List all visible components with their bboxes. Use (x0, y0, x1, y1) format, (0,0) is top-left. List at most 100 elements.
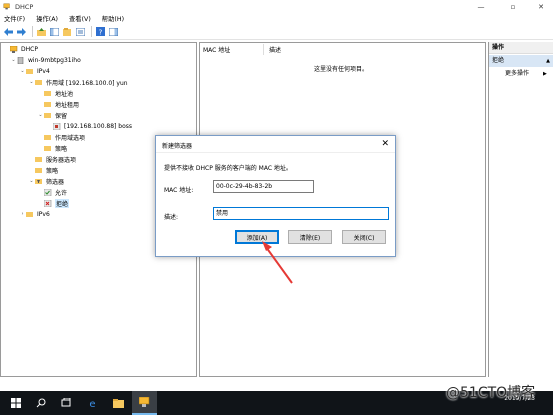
edge-button[interactable]: e (80, 391, 105, 415)
chevron-right-icon: ▶ (543, 71, 547, 77)
dhcp-app-icon (139, 397, 150, 407)
tree-node-address-pool[interactable]: 地址池 (44, 88, 73, 98)
collapse-icon[interactable]: ⌄ (28, 178, 35, 184)
new-filter-dialog: 新建筛选器 ✕ 提供不接收 DHCP 服务的客户端的 MAC 地址。 MAC 地… (155, 135, 396, 257)
tree-node-scope-policies[interactable]: 策略 (44, 143, 67, 153)
collapse-up-icon: ▲ (546, 58, 550, 64)
tree-node-ipv4[interactable]: ⌄ IPv4 (19, 66, 49, 76)
tree-node-server[interactable]: ⌄ win-9mbtpg31iho (10, 55, 81, 65)
watermark-suffix: 博客 (507, 385, 536, 401)
tree-node-allow[interactable]: 允许 (44, 187, 67, 197)
actions-pane: 操作 拒绝 ▲ 更多操作 ▶ (488, 42, 553, 377)
close-window-button[interactable]: ✕ (529, 0, 553, 13)
description-label: 描述: (164, 214, 179, 221)
toolbar-separator (32, 26, 33, 37)
allow-icon (44, 188, 52, 196)
dialog-title-bar: 新建筛选器 ✕ (156, 136, 395, 153)
tree-node-address-leases[interactable]: 地址租用 (44, 99, 79, 109)
add-button[interactable]: 添加(A) (235, 230, 279, 244)
help-icon: ? (96, 27, 105, 36)
deny-icon (44, 199, 52, 207)
forward-icon (17, 27, 26, 36)
svg-text:?: ? (99, 28, 103, 36)
file-explorer-button[interactable] (106, 391, 131, 415)
menu-help[interactable]: 帮助(H) (102, 14, 124, 23)
up-icon (37, 27, 46, 36)
dialog-description: 提供不接收 DHCP 服务的客户端的 MAC 地址。 (164, 165, 292, 172)
ipv4-icon (26, 68, 33, 74)
dhcp-taskbar-button[interactable] (132, 391, 157, 415)
export-icon (76, 27, 85, 36)
watermark: @51CTO博客 (446, 382, 535, 402)
dialog-title: 新建筛选器 (162, 143, 193, 150)
expand-icon[interactable]: › (19, 211, 26, 217)
minimize-icon: — (477, 2, 485, 11)
view-button[interactable] (108, 26, 119, 37)
show-tree-button[interactable] (49, 26, 60, 37)
back-button[interactable] (3, 26, 14, 37)
start-button[interactable] (3, 391, 28, 415)
back-icon (4, 27, 13, 36)
tree-node-scope[interactable]: ⌄ 作用域 [192.168.100.0] yun (28, 77, 127, 87)
tree-node-server-options[interactable]: 服务器选项 (35, 154, 76, 164)
dhcp-app-icon (3, 3, 10, 9)
search-button[interactable] (28, 391, 53, 415)
minimize-button[interactable]: — (469, 0, 493, 13)
tree-node-dhcp[interactable]: DHCP (3, 44, 38, 54)
forward-button[interactable] (16, 26, 27, 37)
edge-icon: e (89, 399, 95, 409)
file-explorer-icon (113, 398, 124, 408)
export-button[interactable] (75, 26, 86, 37)
tree-node-scope-options[interactable]: 作用域选项 (44, 132, 85, 142)
close-button[interactable]: 关闭(C) (342, 230, 386, 244)
server-icon (17, 56, 24, 64)
description-input[interactable]: 禁用 (213, 207, 389, 220)
clear-button[interactable]: 清除(E) (288, 230, 332, 244)
actions-section-label: 拒绝 (492, 57, 505, 64)
toolbar-separator (91, 26, 92, 37)
policies-icon (44, 145, 51, 151)
actions-header: 操作 (489, 42, 553, 54)
refresh-button[interactable] (62, 26, 73, 37)
task-view-icon (61, 398, 70, 407)
tree-node-deny[interactable]: 拒绝 (44, 198, 70, 208)
maximize-button[interactable]: ▫ (501, 0, 525, 13)
show-tree-icon (50, 27, 59, 36)
toolbar: ? (0, 24, 553, 40)
collapse-icon[interactable]: ⌄ (19, 68, 26, 74)
dhcp-icon (10, 45, 18, 53)
menu-action[interactable]: 操作(A) (36, 14, 58, 23)
address-leases-icon (44, 101, 51, 107)
actions-section-deny[interactable]: 拒绝 ▲ (489, 55, 553, 67)
tree-node-reservation-entry[interactable]: [192.168.100.88] boss (53, 121, 132, 131)
empty-list-message: 这里没有任何项目。 (314, 66, 369, 73)
collapse-icon[interactable]: ⌄ (28, 79, 35, 85)
search-icon (36, 398, 45, 408)
column-divider[interactable] (263, 44, 264, 55)
tree-node-reservations[interactable]: ⌄ 保留 (37, 110, 67, 120)
up-button[interactable] (36, 26, 47, 37)
mac-address-label: MAC 地址: (164, 187, 194, 194)
menu-file[interactable]: 文件(F) (4, 14, 25, 23)
tree-node-ipv6[interactable]: › IPv6 (19, 209, 50, 219)
column-header-description[interactable]: 描述 (269, 45, 281, 54)
menu-bar: 文件(F) 操作(A) 查看(V) 帮助(H) (0, 13, 553, 24)
collapse-icon[interactable]: ⌄ (10, 57, 17, 63)
more-actions[interactable]: 更多操作 ▶ (505, 69, 547, 79)
address-pool-icon (44, 90, 51, 96)
column-header-mac[interactable]: MAC 地址 (203, 45, 230, 54)
collapse-icon[interactable]: ⌄ (37, 112, 44, 118)
reservation-icon (53, 122, 61, 130)
help-button[interactable]: ? (95, 26, 106, 37)
mac-address-input[interactable]: 00-0c-29-4b-83-2b (213, 180, 314, 193)
scope-options-icon (44, 134, 51, 140)
more-actions-label: 更多操作 (505, 70, 530, 77)
tree-node-policies[interactable]: 策略 (35, 165, 58, 175)
menu-view[interactable]: 查看(V) (69, 14, 91, 23)
ipv6-icon (26, 211, 33, 217)
watermark-brand: @51CTO (446, 385, 508, 401)
task-view-button[interactable] (53, 391, 78, 415)
folder-icon (35, 79, 42, 85)
dialog-close-icon[interactable]: ✕ (381, 139, 389, 149)
tree-node-filters[interactable]: ⌄ 筛选器 (28, 176, 64, 186)
